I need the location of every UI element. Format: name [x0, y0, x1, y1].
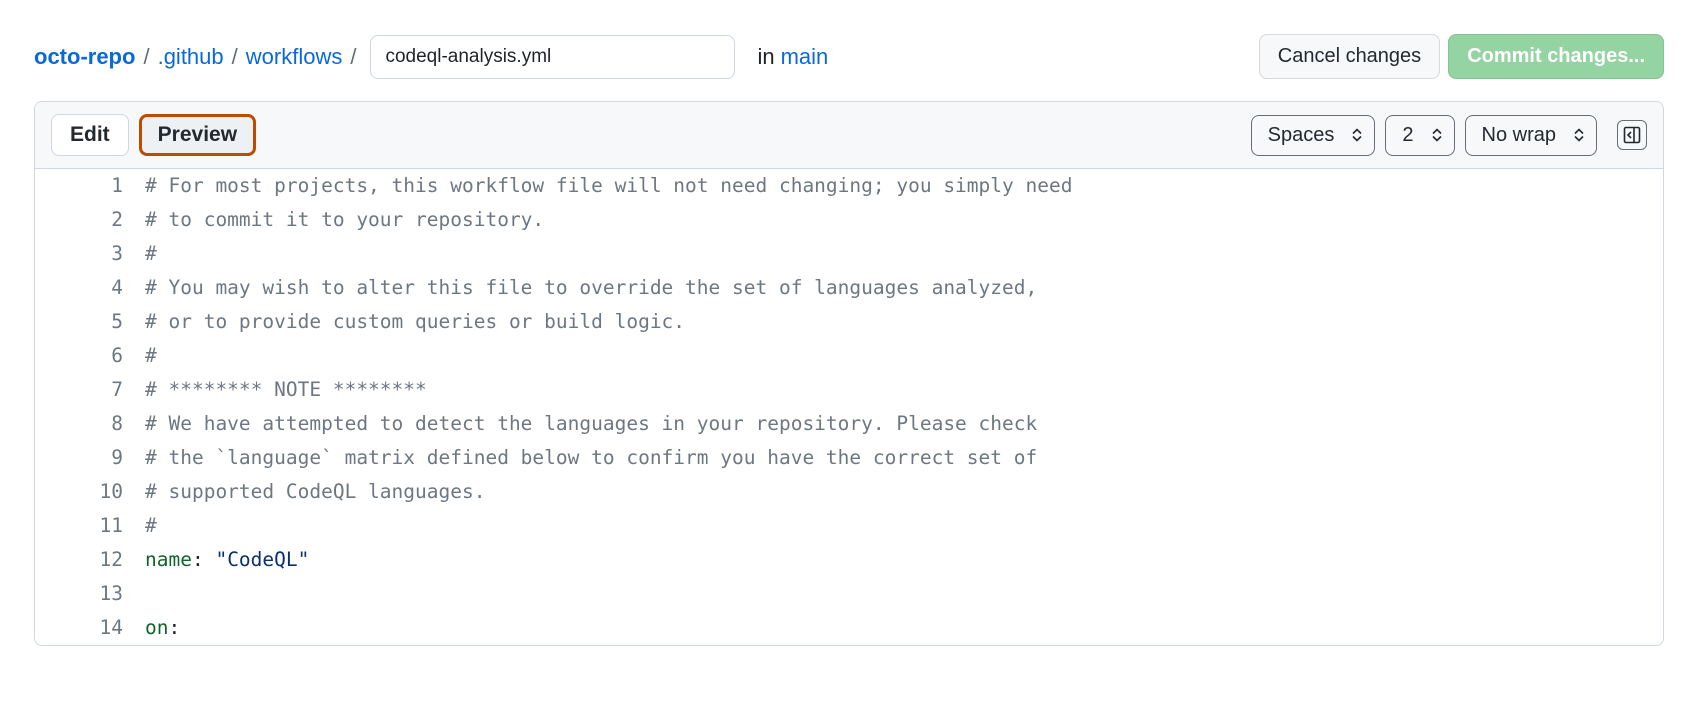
branch-link[interactable]: main [781, 44, 829, 70]
commit-changes-button[interactable]: Commit changes... [1448, 34, 1664, 79]
code-line[interactable]: 3# [35, 237, 1663, 271]
breadcrumb-path-workflows[interactable]: workflows [246, 44, 343, 70]
chevron-updown-icon [1352, 129, 1362, 142]
breadcrumb: octo-repo / .github / workflows / in mai… [34, 35, 828, 79]
file-header: octo-repo / .github / workflows / in mai… [34, 34, 1664, 79]
indent-size-value: 2 [1402, 124, 1413, 147]
tab-preview[interactable]: Preview [139, 114, 256, 156]
code-line[interactable]: 12name: "CodeQL" [35, 543, 1663, 577]
code-editor[interactable]: 1# For most projects, this workflow file… [35, 169, 1663, 645]
line-content: # [145, 339, 1663, 373]
line-number: 4 [35, 271, 145, 305]
filename-input[interactable] [370, 35, 735, 79]
line-content: # to commit it to your repository. [145, 203, 1663, 237]
line-content: on: [145, 611, 1663, 645]
panel-icon [1623, 126, 1641, 144]
line-number: 13 [35, 577, 145, 611]
code-line[interactable]: 2# to commit it to your repository. [35, 203, 1663, 237]
in-label: in [757, 44, 774, 70]
line-content: # We have attempted to detect the langua… [145, 407, 1663, 441]
chevron-updown-icon [1432, 129, 1442, 142]
indent-size-select[interactable]: 2 [1385, 115, 1454, 156]
code-line[interactable]: 14on: [35, 611, 1663, 645]
tab-edit[interactable]: Edit [51, 114, 129, 156]
line-number: 3 [35, 237, 145, 271]
breadcrumb-sep: / [348, 44, 358, 70]
indent-mode-value: Spaces [1268, 124, 1335, 147]
editor-frame: Edit Preview Spaces 2 No wrap [34, 101, 1664, 646]
line-number: 10 [35, 475, 145, 509]
line-number: 8 [35, 407, 145, 441]
code-line[interactable]: 1# For most projects, this workflow file… [35, 169, 1663, 203]
indent-mode-select[interactable]: Spaces [1251, 115, 1376, 156]
line-content: # You may wish to alter this file to ove… [145, 271, 1663, 305]
wrap-mode-value: No wrap [1482, 124, 1556, 147]
chevron-updown-icon [1574, 129, 1584, 142]
breadcrumb-sep: / [141, 44, 151, 70]
editor-toolbar: Edit Preview Spaces 2 No wrap [35, 102, 1663, 169]
toggle-panel-button[interactable] [1617, 120, 1647, 150]
line-content: # supported CodeQL languages. [145, 475, 1663, 509]
line-content: # ******** NOTE ******** [145, 373, 1663, 407]
line-number: 6 [35, 339, 145, 373]
line-content: # or to provide custom queries or build … [145, 305, 1663, 339]
code-line[interactable]: 4# You may wish to alter this file to ov… [35, 271, 1663, 305]
line-content: # the `language` matrix defined below to… [145, 441, 1663, 475]
code-line[interactable]: 5# or to provide custom queries or build… [35, 305, 1663, 339]
line-number: 12 [35, 543, 145, 577]
wrap-mode-select[interactable]: No wrap [1465, 115, 1597, 156]
code-line[interactable]: 9# the `language` matrix defined below t… [35, 441, 1663, 475]
line-content: # [145, 509, 1663, 543]
code-line[interactable]: 8# We have attempted to detect the langu… [35, 407, 1663, 441]
line-number: 1 [35, 169, 145, 203]
line-content: name: "CodeQL" [145, 543, 1663, 577]
code-line[interactable]: 10# supported CodeQL languages. [35, 475, 1663, 509]
code-line[interactable]: 6# [35, 339, 1663, 373]
breadcrumb-repo[interactable]: octo-repo [34, 44, 135, 70]
line-content: # [145, 237, 1663, 271]
breadcrumb-sep: / [230, 44, 240, 70]
code-line[interactable]: 11# [35, 509, 1663, 543]
line-number: 11 [35, 509, 145, 543]
line-number: 5 [35, 305, 145, 339]
breadcrumb-path-github[interactable]: .github [158, 44, 224, 70]
line-number: 2 [35, 203, 145, 237]
line-number: 14 [35, 611, 145, 645]
tab-group: Edit Preview [51, 114, 256, 156]
code-line[interactable]: 13 [35, 577, 1663, 611]
line-content [145, 577, 1663, 611]
line-number: 9 [35, 441, 145, 475]
line-number: 7 [35, 373, 145, 407]
cancel-changes-button[interactable]: Cancel changes [1259, 34, 1440, 79]
code-line[interactable]: 7# ******** NOTE ******** [35, 373, 1663, 407]
line-content: # For most projects, this workflow file … [145, 169, 1663, 203]
